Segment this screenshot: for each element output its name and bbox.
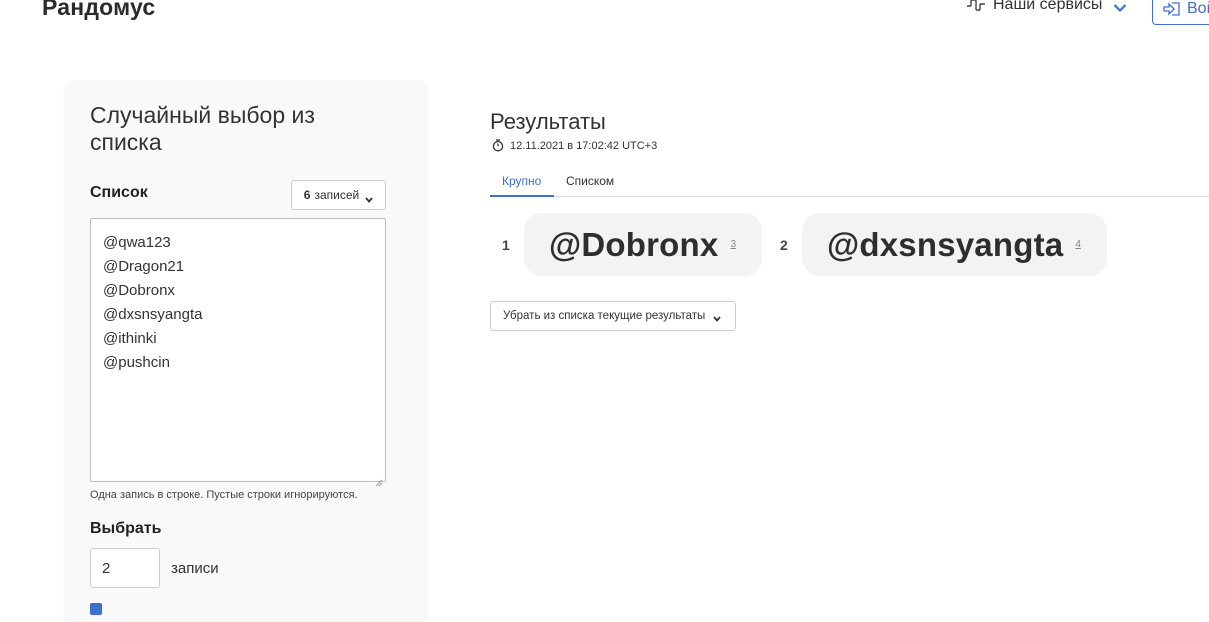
card-title: Случайный выбор из списка [90,102,315,155]
list-line: @qwa123 [103,234,171,251]
result-pill: @dxsnsyangta 4 [802,213,1107,276]
login-button[interactable]: Войти [1152,0,1209,25]
stopwatch-icon [492,139,504,152]
results-timestamp: 12.11.2021 в 17:02:42 UTC+3 [492,139,657,152]
results-tabs: Крупно Списком [490,168,1209,197]
entries-count-value: 6 [303,188,311,202]
login-label: Войти [1187,0,1209,17]
result-item: 1 @Dobronx 3 [490,213,762,276]
chevron-down-icon [713,313,721,322]
pick-label: Выбрать [90,520,162,537]
tab-large[interactable]: Крупно [502,174,541,188]
services-menu[interactable]: Наши сервисы [966,0,1127,14]
resize-handle-icon[interactable] [375,471,383,487]
option-checkbox[interactable] [90,603,102,615]
random-pick-card: Случайный выбор из списка Список 6 запис… [66,82,426,622]
list-line: @pushcin [103,354,170,371]
top-header: Рандомус Наши сервисы Войти [0,0,1209,40]
brand-logo[interactable]: Рандомус [42,0,155,21]
result-item: 2 @dxsnsyangta 4 [768,213,1107,276]
services-icon [966,0,986,14]
result-index-link[interactable]: 4 [1075,239,1081,250]
remove-results-label: Убрать из списка текущие результаты [503,310,706,322]
active-tab-indicator [490,195,554,197]
results-title: Результаты [490,109,606,134]
entries-count-unit: записей [314,188,360,202]
list-line: @ithinki [103,330,157,347]
list-line: @Dragon21 [103,258,185,275]
chevron-down-icon [1113,0,1127,13]
chevron-down-icon [365,192,373,203]
result-name: @dxsnsyangta [827,225,1064,263]
entries-count-dropdown[interactable]: 6 записей [291,180,386,210]
list-textarea[interactable]: @qwa123 @Dragon21 @Dobronx @dxsnsyangta … [90,218,386,487]
list-label: Список [90,184,148,201]
list-line: @Dobronx [103,282,175,299]
tab-list[interactable]: Списком [566,174,614,188]
list-hint: Одна запись в строке. Пустые строки игно… [90,489,358,501]
result-index-link[interactable]: 3 [730,239,736,250]
list-line: @dxsnsyangta [103,306,203,323]
result-pill: @Dobronx 3 [524,213,762,276]
result-rank: 2 [780,236,788,253]
login-icon [1163,1,1181,17]
timestamp-text: 12.11.2021 в 17:02:42 UTC+3 [510,139,658,152]
pick-unit: записи [171,560,219,577]
result-rank: 1 [502,236,510,253]
remove-results-button[interactable]: Убрать из списка текущие результаты [490,301,736,331]
pick-count-input[interactable]: 2 [90,548,160,588]
services-label: Наши сервисы [993,0,1103,13]
result-name: @Dobronx [549,225,719,263]
